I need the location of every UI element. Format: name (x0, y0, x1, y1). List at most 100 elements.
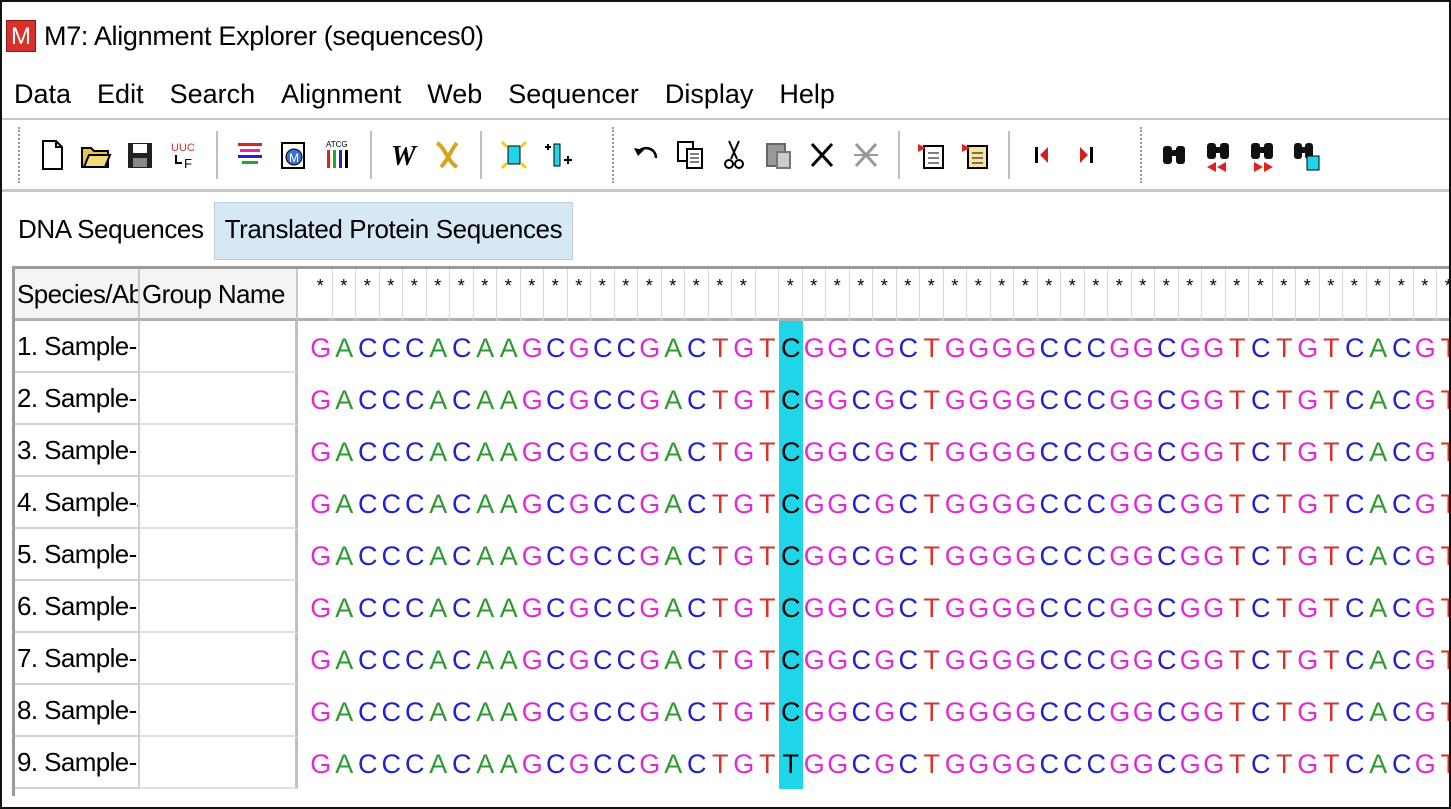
toolbar-grip[interactable] (612, 126, 616, 183)
nucleotide-cell[interactable]: G (1202, 321, 1226, 373)
dna-sequences-icon[interactable]: ATCG (320, 133, 356, 177)
nucleotide-cell[interactable]: G (944, 425, 968, 477)
nucleotide-cell[interactable]: C (544, 373, 568, 425)
nucleotide-cell[interactable]: A (662, 529, 686, 581)
nucleotide-cell[interactable]: C (380, 529, 404, 581)
nucleotide-cell[interactable]: G (1179, 321, 1203, 373)
nucleotide-cell[interactable]: G (521, 425, 545, 477)
nucleotide-cell[interactable]: G (1414, 321, 1438, 373)
nucleotide-cell[interactable]: T (920, 321, 944, 373)
nucleotide-cell[interactable]: G (1132, 737, 1156, 789)
nucleotide-cell[interactable]: C (403, 737, 427, 789)
find-next-icon[interactable] (1244, 133, 1280, 177)
nucleotide-cell[interactable]: C (1085, 425, 1109, 477)
nucleotide-cell[interactable]: G (1296, 321, 1320, 373)
nucleotide-cell[interactable]: T (920, 373, 944, 425)
nucleotide-cell[interactable]: T (1273, 685, 1297, 737)
nucleotide-cell[interactable]: C (1155, 737, 1179, 789)
nucleotide-cell[interactable]: G (803, 529, 827, 581)
paste-icon[interactable] (760, 133, 796, 177)
nucleotide-cell[interactable]: C (356, 373, 380, 425)
nucleotide-cell[interactable]: C (380, 581, 404, 633)
nucleotide-cell[interactable]: C (897, 321, 921, 373)
nucleotide-cell[interactable]: C (897, 477, 921, 529)
nucleotide-cell[interactable]: C (380, 685, 404, 737)
nucleotide-cell[interactable]: C (1085, 737, 1109, 789)
delete-icon[interactable] (804, 133, 840, 177)
nucleotide-cell[interactable]: C (544, 425, 568, 477)
nucleotide-cell[interactable]: C (1249, 685, 1273, 737)
nucleotide-cell[interactable]: T (709, 581, 733, 633)
nucleotide-cell[interactable]: C (685, 737, 709, 789)
nucleotide-cell[interactable]: T (756, 581, 780, 633)
nucleotide-cell[interactable]: G (638, 373, 662, 425)
nucleotide-cell[interactable]: G (803, 737, 827, 789)
nucleotide-cell[interactable]: G (1414, 373, 1438, 425)
nucleotide-cell[interactable]: C (1343, 685, 1367, 737)
nucleotide-cell[interactable]: C (615, 321, 639, 373)
nucleotide-cell[interactable]: G (568, 477, 592, 529)
nucleotide-cell[interactable]: G (803, 633, 827, 685)
nucleotide-cell[interactable]: T (1226, 529, 1250, 581)
nucleotide-cell[interactable]: C (850, 529, 874, 581)
nucleotide-cell[interactable]: T (1320, 529, 1344, 581)
nucleotide-cell[interactable]: C (591, 373, 615, 425)
nucleotide-cell[interactable]: C (1038, 477, 1062, 529)
nucleotide-cell[interactable]: A (497, 529, 521, 581)
nucleotide-cell[interactable]: G (1414, 685, 1438, 737)
nucleotide-cell[interactable]: C (544, 633, 568, 685)
nucleotide-cell[interactable]: A (662, 581, 686, 633)
nucleotide-cell[interactable]: C (1390, 581, 1414, 633)
nucleotide-cell[interactable]: A (474, 477, 498, 529)
species-name[interactable]: 2. Sample-2 (15, 373, 140, 425)
nucleotide-cell[interactable]: C (544, 321, 568, 373)
find-previous-icon[interactable] (1200, 133, 1236, 177)
menu-edit[interactable]: Edit (97, 79, 144, 110)
nucleotide-cell[interactable]: C (356, 425, 380, 477)
nucleotide-cell[interactable]: A (497, 581, 521, 633)
nucleotide-cell[interactable]: C (1390, 685, 1414, 737)
nucleotide-cell[interactable]: G (568, 425, 592, 477)
menu-sequencer[interactable]: Sequencer (508, 79, 639, 110)
nucleotide-cell[interactable]: G (873, 581, 897, 633)
nucleotide-cell[interactable]: G (1132, 685, 1156, 737)
nucleotide-cell[interactable]: A (1367, 477, 1391, 529)
nucleotide-cell[interactable]: A (333, 581, 357, 633)
nucleotide-cell[interactable]: G (967, 737, 991, 789)
nucleotide-cell[interactable]: T (709, 477, 733, 529)
nucleotide-cell[interactable]: C (1343, 425, 1367, 477)
nucleotide-cell[interactable]: A (662, 425, 686, 477)
species-name[interactable]: 5. Sample-5 (15, 529, 140, 581)
nucleotide-cell[interactable]: T (1320, 425, 1344, 477)
translate-icon[interactable]: UUC F (166, 133, 202, 177)
sequence-row[interactable]: GACCCACAAGCGCCGACTGTCGGCGCTGGGGCCCGGCGGT… (298, 633, 1449, 685)
nucleotide-cell[interactable]: A (333, 321, 357, 373)
nucleotide-cell[interactable]: C (1085, 321, 1109, 373)
nucleotide-cell[interactable]: G (1132, 373, 1156, 425)
nucleotide-cell[interactable]: C (403, 529, 427, 581)
nucleotide-cell[interactable]: C (1061, 581, 1085, 633)
nucleotide-cell[interactable]: C (1061, 633, 1085, 685)
nucleotide-cell[interactable]: G (1132, 581, 1156, 633)
nucleotide-cell[interactable]: G (1296, 477, 1320, 529)
nucleotide-cell[interactable]: C (356, 477, 380, 529)
nucleotide-cell[interactable]: G (803, 477, 827, 529)
nucleotide-cell[interactable]: T (920, 685, 944, 737)
nucleotide-cell[interactable]: G (568, 321, 592, 373)
nucleotide-cell[interactable]: T (709, 633, 733, 685)
species-name[interactable]: 4. Sample-4 (15, 477, 140, 529)
nucleotide-cell[interactable]: G (1202, 633, 1226, 685)
nucleotide-cell[interactable]: C (1249, 321, 1273, 373)
nucleotide-cell[interactable]: C (1249, 529, 1273, 581)
nucleotide-cell[interactable]: G (1296, 425, 1320, 477)
nucleotide-cell[interactable]: A (662, 633, 686, 685)
nucleotide-cell[interactable]: G (1202, 373, 1226, 425)
nucleotide-cell[interactable]: G (732, 373, 756, 425)
nucleotide-cell[interactable]: G (967, 529, 991, 581)
nucleotide-cell[interactable]: T (709, 425, 733, 477)
nucleotide-cell[interactable]: T (1273, 581, 1297, 633)
nucleotide-cell[interactable]: G (732, 477, 756, 529)
nucleotide-cell[interactable]: G (1014, 633, 1038, 685)
nucleotide-cell[interactable]: G (521, 373, 545, 425)
nucleotide-cell[interactable]: G (309, 321, 333, 373)
